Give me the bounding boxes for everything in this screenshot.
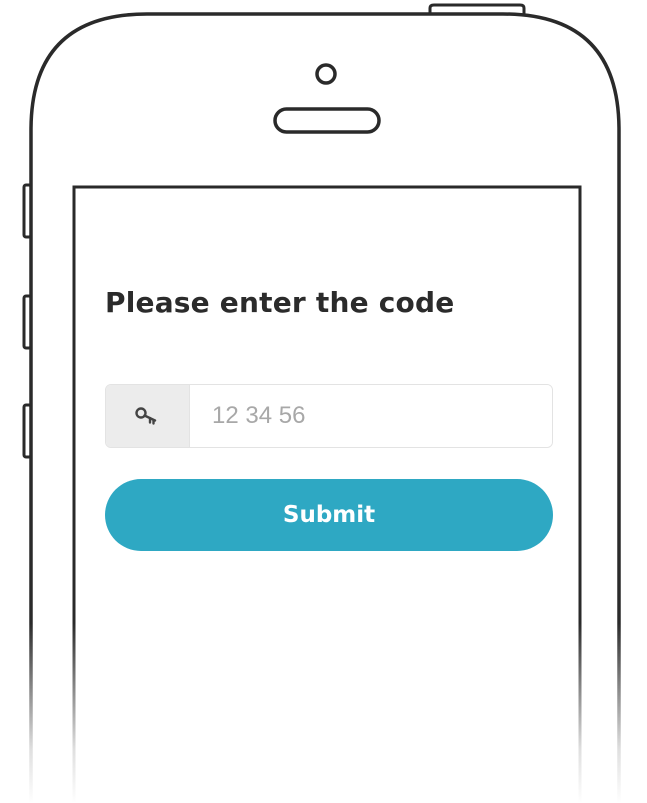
input-addon (106, 385, 190, 447)
code-input[interactable] (190, 385, 552, 447)
code-input-group (105, 384, 553, 448)
submit-button[interactable]: Submit (105, 479, 553, 551)
phone-camera (315, 63, 337, 85)
key-icon (134, 407, 156, 425)
page-title: Please enter the code (105, 286, 455, 319)
phone-mockup: Please enter the code Submit (0, 0, 647, 803)
phone-screen: Please enter the code Submit (74, 188, 580, 803)
phone-speaker (273, 107, 381, 134)
